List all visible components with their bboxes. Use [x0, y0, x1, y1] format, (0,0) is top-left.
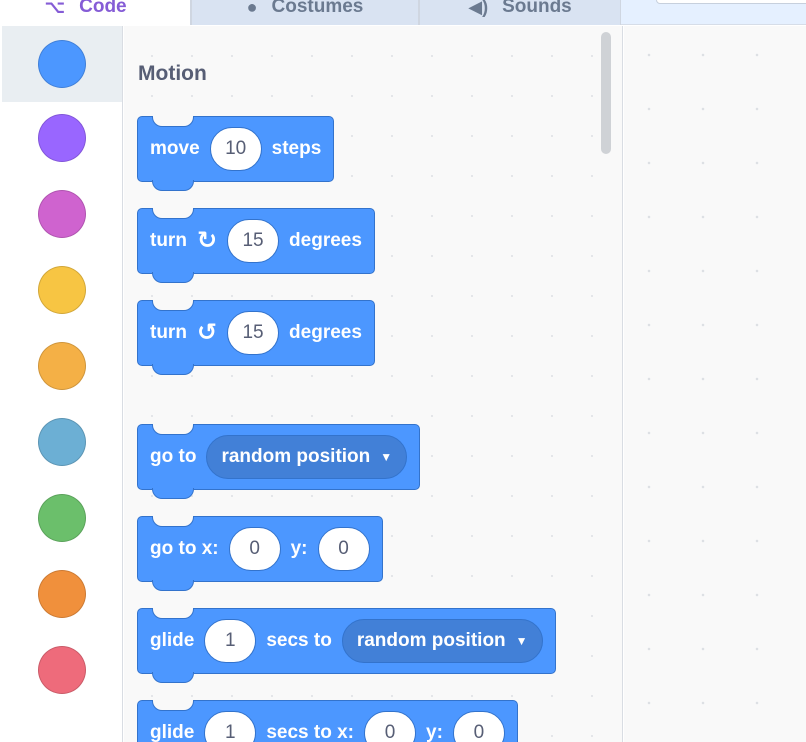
go-to-xy-block[interactable]: go to x: 0 y: 0	[137, 516, 383, 591]
block-label: glide	[150, 630, 195, 651]
tab-costumes-label: Costumes	[271, 0, 364, 17]
category-menu	[0, 26, 123, 742]
block-palette: Motion move 10 steps turn ↻ 15 degrees t…	[124, 26, 623, 742]
category-operators[interactable]	[2, 480, 122, 556]
x-input[interactable]: 0	[364, 711, 416, 742]
steps-input[interactable]: 10	[209, 127, 262, 171]
category-sensing-dot	[38, 418, 86, 466]
dropdown-value: random position	[221, 446, 371, 467]
category-sensing[interactable]	[2, 404, 122, 480]
go-to-block[interactable]: go to random position ▼	[137, 424, 421, 499]
glide-block[interactable]: glide 1 secs to random position ▼	[137, 608, 556, 683]
category-sound[interactable]	[2, 176, 122, 252]
category-looks-dot	[38, 114, 86, 162]
block-label: move	[150, 138, 200, 159]
block-label: turn	[150, 230, 187, 251]
rotate-left-icon: ↺	[196, 319, 218, 346]
speaker-icon: ◀)	[468, 0, 489, 17]
glide-xy-block[interactable]: glide 1 secs to x: 0 y: 0	[137, 700, 518, 742]
block-label: turn	[150, 322, 187, 343]
category-variables[interactable]	[2, 556, 122, 632]
block-label: secs to	[266, 630, 332, 651]
tab-sounds-label: Sounds	[502, 0, 572, 17]
category-control[interactable]	[2, 328, 122, 404]
y-input[interactable]: 0	[317, 527, 370, 571]
section-title-motion: Motion	[138, 62, 207, 85]
tab-costumes[interactable]: ● Costumes	[191, 0, 419, 25]
degrees-input[interactable]: 15	[227, 311, 280, 355]
tab-sounds[interactable]: ◀) Sounds	[419, 0, 621, 25]
category-my-blocks-dot	[38, 646, 86, 694]
block-label: go to	[150, 446, 197, 467]
block-label: degrees	[289, 322, 362, 343]
block-label: go to x:	[150, 538, 219, 559]
category-operators-dot	[38, 494, 86, 542]
block-label: glide	[150, 722, 195, 742]
block-label: y:	[426, 722, 443, 742]
caret-down-icon: ▼	[380, 450, 393, 464]
rotate-right-icon: ↻	[196, 227, 218, 254]
editor-tab-strip: ⌥ Code ● Costumes ◀) Sounds	[0, 0, 806, 25]
block-label: steps	[271, 138, 322, 159]
top-right-input[interactable]	[656, 0, 806, 4]
category-control-dot	[38, 342, 86, 390]
script-workspace[interactable]	[624, 26, 806, 742]
x-input[interactable]: 0	[228, 527, 281, 571]
category-looks[interactable]	[2, 100, 122, 176]
block-label: y:	[290, 538, 308, 559]
dropdown-value: random position	[356, 630, 506, 651]
category-my-blocks[interactable]	[2, 632, 122, 708]
palette-scrollbar[interactable]	[601, 32, 611, 154]
degrees-input[interactable]: 15	[227, 219, 280, 263]
secs-input[interactable]: 1	[204, 619, 257, 663]
category-sound-dot	[38, 190, 86, 238]
category-events[interactable]	[2, 252, 122, 328]
turn-left-block[interactable]: turn ↺ 15 degrees	[137, 300, 375, 375]
move-steps-block[interactable]: move 10 steps	[137, 116, 335, 191]
y-input[interactable]: 0	[452, 711, 505, 742]
category-variables-dot	[38, 570, 86, 618]
caret-down-icon: ▼	[515, 634, 528, 648]
category-motion[interactable]	[2, 26, 122, 102]
category-motion-dot	[38, 40, 86, 88]
target-dropdown[interactable]: random position ▼	[341, 619, 543, 663]
tab-code[interactable]: ⌥ Code	[0, 0, 191, 25]
block-label: degrees	[289, 230, 362, 251]
turn-right-block[interactable]: turn ↻ 15 degrees	[137, 208, 375, 283]
target-dropdown[interactable]: random position ▼	[206, 435, 408, 479]
category-events-dot	[38, 266, 86, 314]
tab-code-label: Code	[79, 0, 127, 17]
code-icon: ⌥	[44, 0, 66, 17]
brush-icon: ●	[246, 0, 258, 17]
block-label: secs to x:	[266, 722, 354, 742]
secs-input[interactable]: 1	[204, 711, 257, 742]
